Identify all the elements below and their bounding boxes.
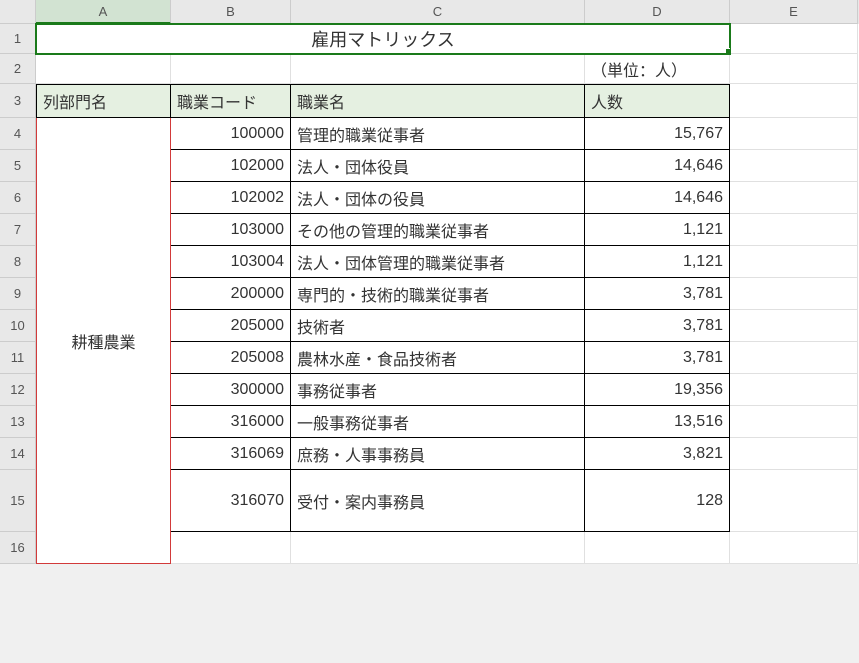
- count-5[interactable]: 3,781: [585, 278, 730, 310]
- code-10[interactable]: 316069: [171, 438, 291, 470]
- sector-label: 耕種農業: [71, 329, 135, 353]
- cell-E14[interactable]: [730, 438, 858, 470]
- cell-E2[interactable]: [730, 54, 858, 84]
- count-10[interactable]: 3,821: [585, 438, 730, 470]
- cell-E13[interactable]: [730, 406, 858, 438]
- name-11[interactable]: 受付・案内事務員: [291, 470, 585, 532]
- name-0[interactable]: 管理的職業従事者: [291, 118, 585, 150]
- row-header-11[interactable]: 11: [0, 342, 36, 374]
- code-6[interactable]: 205000: [171, 310, 291, 342]
- col-header-C[interactable]: C: [291, 0, 585, 24]
- column-headers-row: A B C D E: [0, 0, 859, 24]
- row-header-2[interactable]: 2: [0, 54, 36, 84]
- row-header-8[interactable]: 8: [0, 246, 36, 278]
- name-8[interactable]: 事務従事者: [291, 374, 585, 406]
- cell-E1[interactable]: [730, 24, 858, 54]
- col-header-E[interactable]: E: [730, 0, 858, 24]
- code-2[interactable]: 102002: [171, 182, 291, 214]
- count-8[interactable]: 19,356: [585, 374, 730, 406]
- name-2[interactable]: 法人・団体の役員: [291, 182, 585, 214]
- name-5[interactable]: 専門的・技術的職業従事者: [291, 278, 585, 310]
- row-header-10[interactable]: 10: [0, 310, 36, 342]
- code-0[interactable]: 100000: [171, 118, 291, 150]
- count-4[interactable]: 1,121: [585, 246, 730, 278]
- col-header-A[interactable]: A: [36, 0, 171, 24]
- cell-E3[interactable]: [730, 84, 858, 118]
- select-all-corner[interactable]: [0, 0, 36, 24]
- cell-E4[interactable]: [730, 118, 858, 150]
- cell-E8[interactable]: [730, 246, 858, 278]
- cell-E9[interactable]: [730, 278, 858, 310]
- col-header-B[interactable]: B: [171, 0, 291, 24]
- cell-E11[interactable]: [730, 342, 858, 374]
- count-7[interactable]: 3,781: [585, 342, 730, 374]
- row-header-14[interactable]: 14: [0, 438, 36, 470]
- row-header-16[interactable]: 16: [0, 532, 36, 564]
- code-4[interactable]: 103004: [171, 246, 291, 278]
- row-header-15[interactable]: 15: [0, 470, 36, 532]
- name-6[interactable]: 技術者: [291, 310, 585, 342]
- code-9[interactable]: 316000: [171, 406, 291, 438]
- row-header-9[interactable]: 9: [0, 278, 36, 310]
- header-col-a[interactable]: 列部門名: [36, 84, 171, 118]
- row-header-3[interactable]: 3: [0, 84, 36, 118]
- row-header-7[interactable]: 7: [0, 214, 36, 246]
- header-col-d[interactable]: 人数: [585, 84, 730, 118]
- count-0[interactable]: 15,767: [585, 118, 730, 150]
- row-header-5[interactable]: 5: [0, 150, 36, 182]
- header-col-c[interactable]: 職業名: [291, 84, 585, 118]
- row-header-12[interactable]: 12: [0, 374, 36, 406]
- cell-B2[interactable]: [171, 54, 291, 84]
- name-10[interactable]: 庶務・人事事務員: [291, 438, 585, 470]
- row-header-4[interactable]: 4: [0, 118, 36, 150]
- count-6[interactable]: 3,781: [585, 310, 730, 342]
- title-cell[interactable]: 雇用マトリックス: [36, 24, 730, 54]
- name-4[interactable]: 法人・団体管理的職業従事者: [291, 246, 585, 278]
- cell-E12[interactable]: [730, 374, 858, 406]
- cell-C2[interactable]: [291, 54, 585, 84]
- code-1[interactable]: 102000: [171, 150, 291, 182]
- col-header-D[interactable]: D: [585, 0, 730, 24]
- count-11[interactable]: 128: [585, 470, 730, 532]
- cell-D16[interactable]: [585, 532, 730, 564]
- sector-merged-cell[interactable]: 耕種農業: [36, 118, 171, 564]
- name-1[interactable]: 法人・団体役員: [291, 150, 585, 182]
- cell-E5[interactable]: [730, 150, 858, 182]
- name-9[interactable]: 一般事務従事者: [291, 406, 585, 438]
- code-8[interactable]: 300000: [171, 374, 291, 406]
- cell-C16[interactable]: [291, 532, 585, 564]
- count-1[interactable]: 14,646: [585, 150, 730, 182]
- name-7[interactable]: 農林水産・食品技術者: [291, 342, 585, 374]
- cell-E10[interactable]: [730, 310, 858, 342]
- cell-E15[interactable]: [730, 470, 858, 532]
- row-1: 1 雇用マトリックス: [0, 24, 859, 54]
- row-2: 2 （単位：人）: [0, 54, 859, 84]
- row-header-1[interactable]: 1: [0, 24, 36, 54]
- unit-label[interactable]: （単位：人）: [585, 54, 730, 84]
- code-11[interactable]: 316070: [171, 470, 291, 532]
- count-3[interactable]: 1,121: [585, 214, 730, 246]
- name-3[interactable]: その他の管理的職業従事者: [291, 214, 585, 246]
- row-header-13[interactable]: 13: [0, 406, 36, 438]
- cell-B16[interactable]: [171, 532, 291, 564]
- count-9[interactable]: 13,516: [585, 406, 730, 438]
- count-2[interactable]: 14,646: [585, 182, 730, 214]
- code-5[interactable]: 200000: [171, 278, 291, 310]
- header-col-b[interactable]: 職業コード: [171, 84, 291, 118]
- cell-E16[interactable]: [730, 532, 858, 564]
- row-3: 3 列部門名 職業コード 職業名 人数: [0, 84, 859, 118]
- code-3[interactable]: 103000: [171, 214, 291, 246]
- spreadsheet[interactable]: A B C D E 1 雇用マトリックス 2 （単位：人） 3 列部門名 職業コ…: [0, 0, 859, 564]
- cell-E7[interactable]: [730, 214, 858, 246]
- cell-E6[interactable]: [730, 182, 858, 214]
- row-header-6[interactable]: 6: [0, 182, 36, 214]
- cell-A2[interactable]: [36, 54, 171, 84]
- code-7[interactable]: 205008: [171, 342, 291, 374]
